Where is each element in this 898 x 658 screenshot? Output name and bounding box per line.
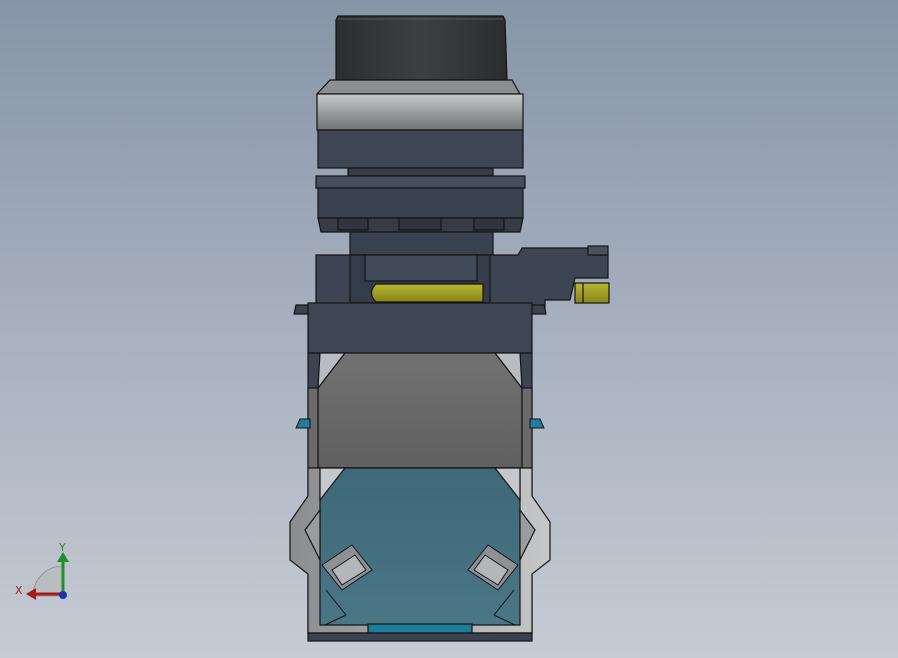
terminal-screw-right bbox=[574, 282, 610, 304]
contact-block-lower bbox=[289, 467, 551, 634]
cad-viewport[interactable]: Y X bbox=[0, 0, 898, 658]
y-axis-label: Y bbox=[58, 541, 66, 554]
collar bbox=[315, 129, 526, 257]
x-arrow-head bbox=[26, 588, 36, 600]
button-cap bbox=[335, 15, 508, 81]
terminal-screw-left bbox=[370, 283, 484, 303]
x-axis-label: X bbox=[15, 584, 23, 597]
z-axis-dot bbox=[59, 591, 67, 599]
bezel-ring bbox=[315, 79, 524, 131]
orientation-triad[interactable]: Y X bbox=[15, 541, 69, 600]
contact-block-upper bbox=[307, 352, 533, 469]
triad-quarter-disc bbox=[32, 565, 64, 597]
